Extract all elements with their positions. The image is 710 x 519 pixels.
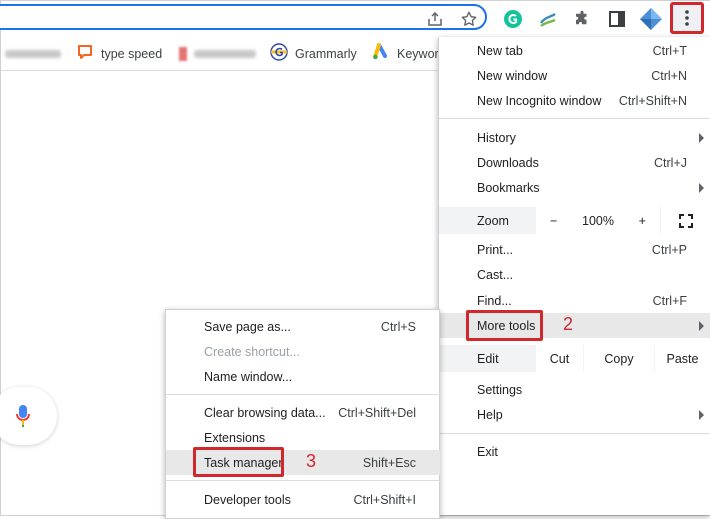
zoom-level: 100% <box>582 213 614 228</box>
zoom-in-button[interactable]: + <box>639 214 646 228</box>
edit-label: Edit <box>477 351 499 366</box>
grammarly-extension-icon[interactable] <box>501 7 525 31</box>
swirl-extension-icon[interactable] <box>536 7 560 31</box>
submenu-item-shortcut: Ctrl+S <box>380 319 416 334</box>
menu-item-exit[interactable]: Exit <box>439 439 710 464</box>
menu-item-label: Exit <box>477 444 498 459</box>
fullscreen-button[interactable] <box>661 207 710 234</box>
submenu-item-label: Save page as... <box>204 319 291 334</box>
menu-item-label: Settings <box>477 382 523 397</box>
more-tools-submenu: Save page as... Ctrl+S Create shortcut..… <box>165 309 440 519</box>
menu-item-shortcut: Ctrl+T <box>652 43 687 58</box>
bookmark-keywords[interactable]: Keywor <box>372 37 439 70</box>
copy-button[interactable]: Copy <box>584 345 654 372</box>
menu-divider <box>439 118 710 119</box>
zoom-controls: − 100% + <box>536 207 660 234</box>
menu-item-label: History <box>477 130 516 145</box>
bookmark-label: Keywor <box>397 46 439 61</box>
menu-item-shortcut: Ctrl+P <box>651 242 687 257</box>
menu-item-new-window[interactable]: New window Ctrl+N <box>439 63 710 88</box>
submenu-item-clear-browsing-data[interactable]: Clear browsing data... Ctrl+Shift+Del <box>166 400 440 425</box>
edit-label-cell: Edit <box>439 345 535 372</box>
submenu-item-label: Extensions <box>204 430 266 445</box>
submenu-item-label: Clear browsing data... <box>204 405 326 420</box>
submenu-item-shortcut: Ctrl+Shift+Del <box>338 405 416 420</box>
voice-search-button[interactable] <box>0 387 57 445</box>
menu-item-label: Cast... <box>477 267 514 282</box>
copy-label: Copy <box>604 351 634 366</box>
submenu-arrow-icon <box>699 182 704 193</box>
menu-item-bookmarks[interactable]: Bookmarks <box>439 175 710 200</box>
menu-item-label: Find... <box>477 293 512 308</box>
bookmark-blurred-2[interactable] <box>179 37 256 70</box>
submenu-divider <box>166 394 440 395</box>
annotation-number-3: 3 <box>306 451 317 471</box>
bookmark-label: type speed <box>101 46 163 61</box>
bookmark-type-speed[interactable]: type speed <box>76 37 162 70</box>
zoom-row: Zoom − 100% + <box>439 207 710 234</box>
fullscreen-icon <box>678 213 693 228</box>
chrome-main-menu: New tab Ctrl+T New window Ctrl+N New Inc… <box>438 37 710 515</box>
bookmark-label: Grammarly <box>295 46 357 61</box>
submenu-arrow-icon <box>699 320 704 331</box>
menu-item-new-incognito-window[interactable]: New Incognito window Ctrl+Shift+N <box>439 88 710 113</box>
menu-item-print[interactable]: Print... Ctrl+P <box>439 237 710 262</box>
menu-item-cast[interactable]: Cast... <box>439 262 710 287</box>
extensions-puzzle-icon[interactable] <box>570 7 594 31</box>
browser-toolbar: 1 <box>0 1 710 59</box>
submenu-arrow-icon <box>699 132 704 143</box>
address-bar[interactable] <box>0 4 487 30</box>
submenu-item-developer-tools[interactable]: Developer tools Ctrl+Shift+I <box>166 487 440 512</box>
menu-item-new-tab[interactable]: New tab Ctrl+T <box>439 38 710 63</box>
menu-divider <box>439 433 710 434</box>
menu-item-label: New Incognito window <box>477 93 602 108</box>
grammarly-icon <box>270 43 288 64</box>
annotation-number-2: 2 <box>563 314 574 334</box>
microphone-icon <box>15 404 31 431</box>
submenu-item-label: Create shortcut... <box>204 344 300 359</box>
submenu-item-name-window[interactable]: Name window... <box>166 364 440 389</box>
zoom-label-cell: Zoom <box>439 207 535 234</box>
zoom-label: Zoom <box>477 213 509 228</box>
annotation-highlight-task-manager <box>193 447 284 477</box>
submenu-item-label: Name window... <box>204 369 293 384</box>
submenu-arrow-icon <box>699 409 704 420</box>
bookmark-blurred-1[interactable] <box>5 37 61 70</box>
diamond-extension-icon[interactable] <box>639 7 663 31</box>
menu-item-help[interactable]: Help <box>439 402 710 427</box>
speech-bubble-icon <box>76 43 94 64</box>
submenu-item-label: Developer tools <box>204 492 291 507</box>
paste-label: Paste <box>666 351 699 366</box>
menu-item-label: Print... <box>477 242 514 257</box>
menu-item-label: Downloads <box>477 155 539 170</box>
menu-item-label: Bookmarks <box>477 180 540 195</box>
share-icon[interactable] <box>423 7 447 31</box>
three-dots-menu-icon[interactable] <box>670 2 704 34</box>
google-ads-icon <box>372 43 390 64</box>
edit-row: Edit Cut Copy Paste <box>439 345 710 372</box>
menu-item-downloads[interactable]: Downloads Ctrl+J <box>439 150 710 175</box>
cut-label: Cut <box>549 351 570 366</box>
cut-button[interactable]: Cut <box>536 345 583 372</box>
menu-item-shortcut: Ctrl+Shift+N <box>618 93 687 108</box>
submenu-item-save-page[interactable]: Save page as... Ctrl+S <box>166 314 440 339</box>
annotation-highlight-more-tools <box>466 310 543 341</box>
paste-button[interactable]: Paste <box>655 345 710 372</box>
menu-item-history[interactable]: History <box>439 125 710 150</box>
submenu-divider <box>166 480 440 481</box>
side-panel-icon[interactable] <box>605 7 629 31</box>
menu-item-settings[interactable]: Settings <box>439 377 710 402</box>
menu-item-label: New tab <box>477 43 523 58</box>
menu-item-shortcut: Ctrl+J <box>654 155 687 170</box>
submenu-item-create-shortcut: Create shortcut... <box>166 339 440 364</box>
submenu-item-shortcut: Shift+Esc <box>362 455 416 470</box>
menu-item-label: Help <box>477 407 503 422</box>
menu-item-label: New window <box>477 68 548 83</box>
submenu-item-shortcut: Ctrl+Shift+I <box>353 492 416 507</box>
menu-item-shortcut: Ctrl+N <box>651 68 687 83</box>
bookmark-grammarly[interactable]: Grammarly <box>270 37 357 70</box>
star-icon[interactable] <box>457 7 481 31</box>
menu-item-shortcut: Ctrl+F <box>652 293 687 308</box>
zoom-out-button[interactable]: − <box>550 214 557 228</box>
